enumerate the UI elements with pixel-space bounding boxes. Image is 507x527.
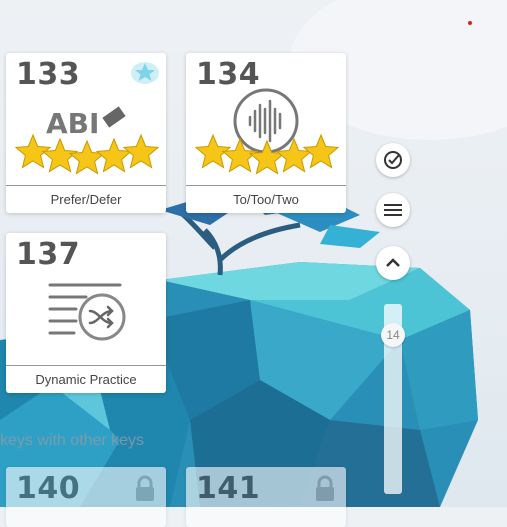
lock-icon [134, 475, 156, 506]
menu-icon [384, 204, 402, 216]
star-icon [68, 139, 106, 175]
check-circle-icon [384, 151, 402, 169]
lesson-number: 133 [16, 57, 81, 92]
star-icon [275, 137, 313, 173]
lesson-card-133[interactable]: 133 ABI Prefer/Defer [6, 53, 166, 213]
lesson-label: Dynamic Practice [6, 365, 166, 393]
status-dot [468, 21, 472, 25]
shuffle-list-icon [46, 279, 130, 345]
lesson-number: 140 [16, 471, 81, 506]
scroll-up-button[interactable] [376, 246, 410, 280]
lesson-card-141[interactable]: 141 [186, 467, 346, 527]
star-icon [302, 133, 340, 169]
menu-button[interactable] [376, 193, 410, 227]
star-icon [122, 133, 160, 169]
chevron-up-icon [386, 258, 400, 267]
star-icon [95, 137, 133, 173]
star-rating [194, 133, 340, 175]
lesson-number: 137 [16, 237, 81, 272]
star-badge-icon [130, 59, 160, 85]
star-rating [14, 133, 160, 175]
lesson-card-140[interactable]: 140 [6, 467, 166, 527]
lesson-label: Prefer/Defer [6, 185, 166, 213]
check-progress-button[interactable] [376, 143, 410, 177]
lesson-label: To/Too/Two [186, 185, 346, 213]
section-label: keys with other keys [0, 432, 145, 449]
lesson-card-134[interactable]: 134 To/Too/Two [186, 53, 346, 213]
lock-icon [314, 475, 336, 506]
lesson-number: 141 [196, 471, 261, 506]
lesson-card-137[interactable]: 137 Dynamic Practice [6, 233, 166, 393]
star-icon [248, 139, 286, 175]
level-slider-thumb[interactable]: 14 [381, 323, 405, 347]
